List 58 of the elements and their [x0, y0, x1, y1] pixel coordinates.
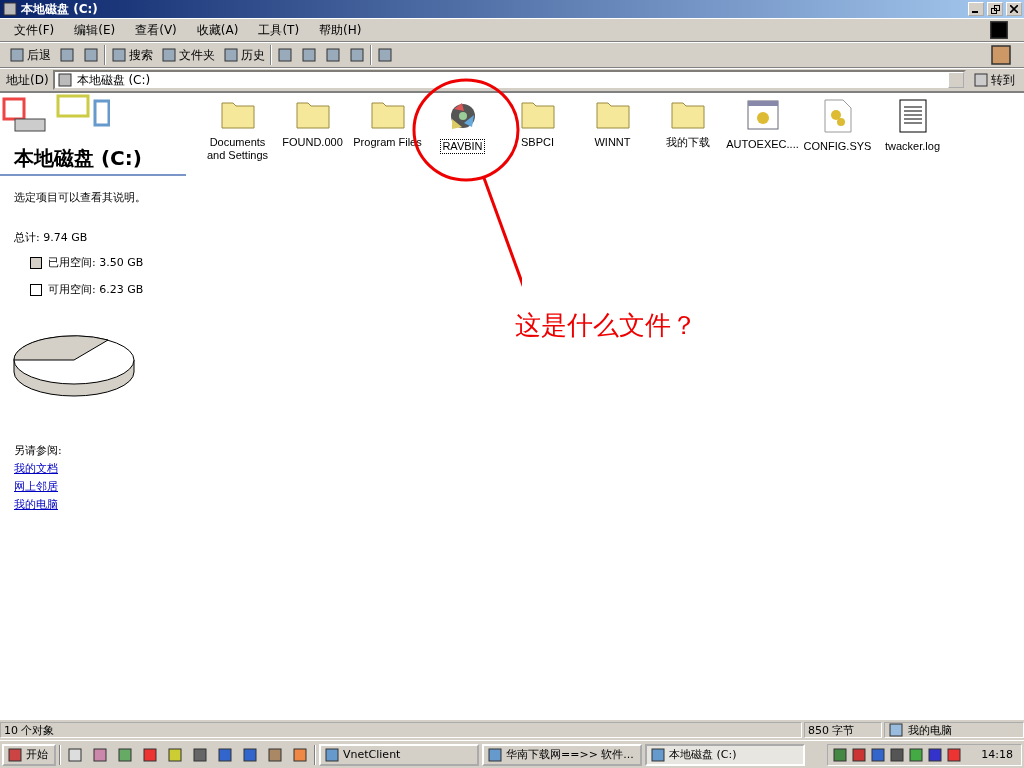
link[interactable]: 我的文档	[14, 461, 58, 476]
folder-icon	[220, 99, 255, 129]
history-button[interactable]: 历史	[220, 45, 268, 65]
file-name[interactable]: twacker.log	[883, 139, 942, 154]
task-button[interactable]: 华南下载网==>> 软件...	[482, 743, 642, 766]
address-field[interactable]: 本地磁盘 (C:)	[52, 70, 966, 90]
used-space-text: 已用空间: 3.50 GB	[48, 255, 144, 270]
task-button[interactable]: VnetClient	[319, 743, 479, 766]
back-button[interactable]: 后退	[6, 45, 54, 65]
window-title: 本地磁盘 (C:)	[21, 0, 99, 18]
zone-text: 我的电脑	[908, 722, 952, 738]
minimize-button[interactable]	[968, 2, 984, 16]
folder-icon	[295, 99, 330, 129]
hint-text: 选定项目可以查看其说明。	[13, 190, 147, 205]
annotation-text: 这是什么文件？	[515, 309, 697, 342]
file-name[interactable]: AUTOEXEC....	[724, 137, 801, 152]
menu-item[interactable]: 工具(T)	[250, 19, 308, 41]
folder-icon	[595, 99, 630, 129]
file-name[interactable]: CONFIG.SYS	[801, 139, 874, 154]
file-name[interactable]: SBPCI	[519, 135, 556, 150]
folder-icon	[370, 99, 405, 129]
file-name[interactable]: FOUND.000	[280, 135, 345, 150]
file-name[interactable]: RAVBIN	[440, 139, 485, 154]
go-button[interactable]: 转到	[970, 70, 1018, 90]
menu-item[interactable]: 收藏(A)	[188, 19, 247, 41]
search-button[interactable]: 搜索	[108, 45, 156, 65]
menu-item[interactable]: 查看(V)	[127, 19, 185, 41]
restore-icon	[990, 4, 1000, 14]
free-space-text: 可用空间: 6.23 GB	[48, 282, 144, 297]
address-label: 地址(D)	[6, 71, 49, 89]
close-icon	[1010, 5, 1018, 13]
used-swatch	[30, 256, 42, 269]
drive-heading: 本地磁盘 (C:)	[0, 145, 186, 176]
clock: 14:18	[981, 748, 1013, 761]
menu-item[interactable]: 文件(F)	[6, 19, 63, 41]
link[interactable]: 我的电脑	[14, 497, 58, 512]
folder-icon	[670, 99, 705, 129]
size-text: 850 字节	[804, 722, 882, 738]
menu-item[interactable]: 编辑(E)	[66, 19, 124, 41]
restore-button[interactable]	[987, 2, 1003, 16]
see-also-text: 另请参阅:	[13, 443, 63, 458]
object-count: 10 个对象	[0, 722, 802, 738]
file-name[interactable]: 我的下载	[663, 135, 712, 150]
file-name[interactable]: WINNT	[592, 135, 633, 150]
link[interactable]: 网上邻居	[14, 479, 58, 494]
folder-icon	[520, 99, 555, 129]
task-button[interactable]: 本地磁盘 (C:)	[645, 743, 805, 766]
text-document-icon	[898, 99, 927, 133]
gear-document-icon	[823, 99, 852, 133]
window-gear-icon	[746, 99, 779, 131]
menu-item[interactable]: 帮助(H)	[311, 19, 370, 41]
dropdown-button[interactable]	[948, 72, 964, 88]
close-button[interactable]	[1006, 2, 1022, 16]
total-size-text: 总计: 9.74 GB	[13, 230, 89, 245]
start-button[interactable]: 开始	[2, 743, 56, 766]
free-swatch	[30, 283, 42, 296]
folders-button[interactable]: 文件夹	[158, 45, 218, 65]
file-name[interactable]: Documents and Settings	[200, 135, 275, 163]
